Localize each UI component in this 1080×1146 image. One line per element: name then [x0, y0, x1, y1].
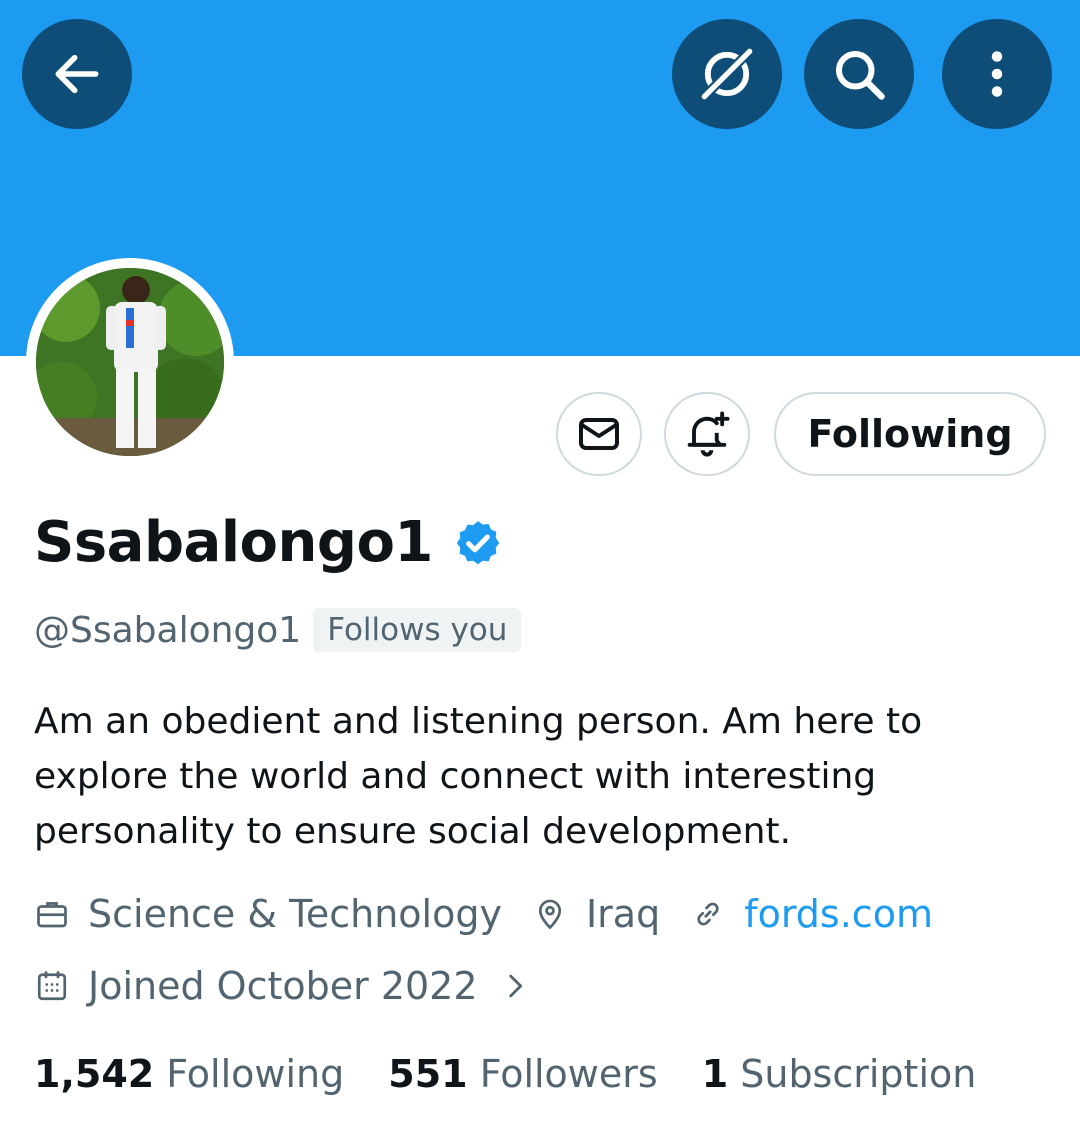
- profile-stats: 1,542 Following 551 Followers 1 Subscrip…: [34, 1052, 1020, 1096]
- following-count: 1,542: [34, 1052, 155, 1096]
- location-label: Iraq: [585, 892, 661, 936]
- bell-plus-icon: [687, 411, 730, 457]
- notifications-button[interactable]: [664, 392, 750, 476]
- joined-row[interactable]: Joined October 2022: [34, 964, 580, 1008]
- chevron-right-icon: [508, 974, 522, 998]
- location-item: Iraq: [532, 892, 660, 936]
- following-stat[interactable]: 1,542 Following: [34, 1052, 344, 1096]
- followers-stat[interactable]: 551 Followers: [388, 1052, 657, 1096]
- search-icon: [836, 51, 885, 100]
- following-stat-label: Following: [166, 1052, 345, 1096]
- following-button-label: Following: [807, 412, 1013, 456]
- more-options-button[interactable]: [942, 19, 1052, 129]
- profile-bio: Am an obedient and listening person. Am …: [34, 701, 923, 852]
- profile-meta-row: Science & Technology Iraq fords.com: [34, 892, 963, 936]
- category-label: Science & Technology: [88, 892, 502, 936]
- message-button[interactable]: [556, 392, 642, 476]
- category-item: Science & Technology: [34, 892, 502, 936]
- subscriptions-stat[interactable]: 1 Subscription: [702, 1052, 977, 1096]
- grok-button[interactable]: [672, 19, 782, 129]
- briefcase-icon: [37, 902, 67, 928]
- link-icon: [697, 902, 719, 926]
- grok-icon: [698, 45, 756, 103]
- more-vertical-icon: [991, 51, 1003, 97]
- subscriptions-count: 1: [701, 1052, 729, 1096]
- subscriptions-stat-label: Subscription: [740, 1052, 977, 1096]
- avatar-image: [36, 268, 224, 456]
- back-arrow-icon: [55, 54, 99, 94]
- display-name: Ssabalongo1: [34, 510, 433, 575]
- website-link[interactable]: fords.com: [744, 892, 933, 936]
- back-button[interactable]: [22, 19, 132, 129]
- joined-item[interactable]: Joined October 2022: [34, 964, 550, 1008]
- envelope-icon: [579, 418, 619, 450]
- user-handle: @Ssabalongo1: [34, 609, 302, 651]
- verified-badge-icon[interactable]: [453, 518, 503, 568]
- search-button[interactable]: [804, 19, 914, 129]
- following-button[interactable]: Following: [774, 392, 1046, 476]
- joined-label: Joined October 2022: [88, 964, 478, 1008]
- location-pin-icon: [538, 899, 562, 930]
- followers-stat-label: Followers: [479, 1052, 658, 1096]
- handle-row: @Ssabalongo1 Follows you: [34, 608, 522, 652]
- website-item: fords.com: [690, 892, 933, 936]
- avatar[interactable]: [26, 258, 234, 466]
- display-name-row: Ssabalongo1: [34, 510, 503, 575]
- follows-you-badge: Follows you: [313, 608, 522, 652]
- followers-count: 551: [388, 1052, 468, 1096]
- calendar-icon: [37, 971, 67, 1001]
